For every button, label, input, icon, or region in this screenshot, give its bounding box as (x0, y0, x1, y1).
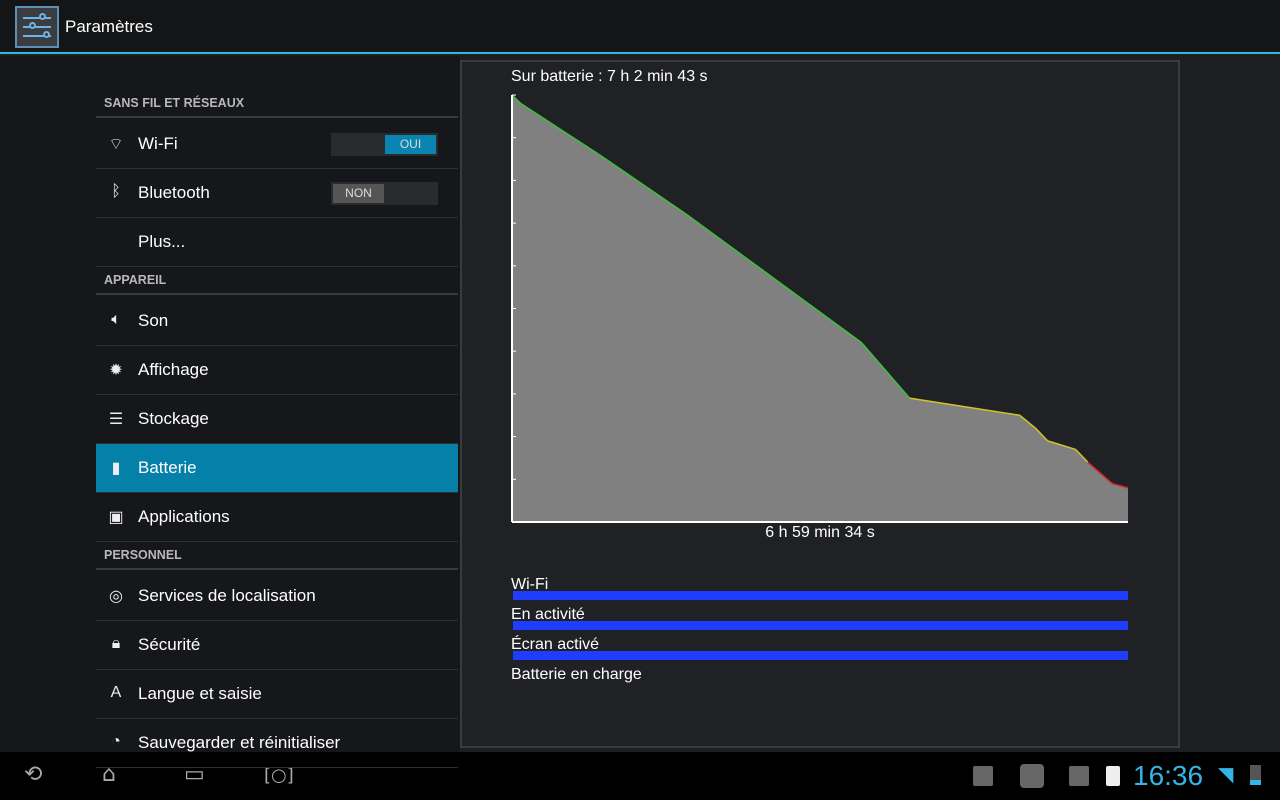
on-battery-time: Sur batterie : 7 h 2 min 43 s (511, 68, 708, 85)
app-title: Paramètres (65, 17, 153, 36)
speaker-icon: 🔈︎ (111, 311, 121, 328)
language-icon: A (110, 684, 122, 701)
store-notification-icon[interactable] (1069, 766, 1089, 786)
item-label: Batterie (138, 458, 197, 477)
settings-item-plus-[interactable]: Plus... (96, 218, 458, 267)
activity-bar (513, 591, 1128, 600)
settings-item-stockage[interactable]: ☰ Stockage (96, 395, 458, 444)
storage-icon: ☰ (108, 411, 124, 428)
clock[interactable]: 16:36 (1133, 760, 1203, 792)
section-header: PERSONNEL (96, 548, 458, 570)
settings-item-applications[interactable]: ▣ Applications (96, 493, 458, 542)
item-label: Stockage (138, 409, 209, 428)
item-label: Bluetooth (138, 183, 210, 202)
backup-icon: ◔ (111, 733, 121, 750)
battery-chart (511, 94, 1129, 523)
toggle-switch[interactable]: NON (331, 182, 438, 205)
lock-icon: 🔒︎ (111, 635, 121, 652)
item-label: Services de localisation (138, 586, 316, 605)
settings-item-son[interactable]: 🔈︎ Son (96, 297, 458, 346)
activity-label: Batterie en charge (511, 666, 642, 683)
gallery-notification-icon[interactable] (973, 766, 993, 786)
activity-bar (513, 651, 1128, 660)
section-header: SANS FIL ET RÉSEAUX (96, 96, 458, 118)
settings-item-sauvegarder-et-r-initialiser[interactable]: ◔ Sauvegarder et réinitialiser (96, 719, 458, 768)
location-icon: ◎ (109, 588, 123, 605)
settings-item-langue-et-saisie[interactable]: A Langue et saisie (96, 670, 458, 719)
bluetooth-icon: ᛒ (111, 183, 121, 200)
wifi-status-icon: ◥ (1218, 762, 1234, 786)
chart-x-label: 6 h 59 min 34 s (765, 524, 875, 541)
settings-item-affichage[interactable]: ✹ Affichage (96, 346, 458, 395)
screenshot-icon[interactable]: [○] (264, 765, 294, 786)
item-label: Son (138, 311, 169, 330)
app-notification-icon[interactable] (1020, 764, 1044, 788)
item-label: Sécurité (138, 635, 201, 654)
section-header: APPAREIL (96, 273, 458, 295)
settings-item-batterie[interactable]: ▮ Batterie (96, 444, 458, 493)
sdcard-icon[interactable] (1106, 766, 1120, 786)
action-bar: Paramètres (0, 0, 1280, 54)
settings-item-bluetooth[interactable]: ᛒ Bluetooth NON (96, 169, 458, 218)
battery-icon: ▮ (111, 460, 121, 477)
activity-bar (513, 621, 1128, 630)
battery-charging-icon (1250, 765, 1261, 785)
item-label: Wi-Fi (138, 134, 178, 153)
item-label: Langue et saisie (138, 684, 262, 703)
back-icon[interactable]: ⟲ (24, 762, 42, 787)
wifi-icon: ⌔ (108, 136, 124, 153)
toggle-state: OUI (385, 135, 436, 154)
item-label: Applications (138, 507, 230, 526)
item-label: Sauvegarder et réinitialiser (138, 733, 341, 752)
settings-icon[interactable] (15, 6, 59, 48)
toggle-state: NON (333, 184, 384, 203)
apps-icon: ▣ (108, 509, 124, 526)
item-label: Affichage (138, 360, 209, 379)
item-label: Plus... (138, 232, 186, 251)
brightness-icon: ✹ (109, 362, 123, 379)
settings-item-wi-fi[interactable]: ⌔ Wi-Fi OUI (96, 120, 458, 169)
settings-item-services-de-localisation[interactable]: ◎ Services de localisation (96, 572, 458, 621)
settings-item-s-curit-[interactable]: 🔒︎ Sécurité (96, 621, 458, 670)
toggle-switch[interactable]: OUI (331, 133, 438, 156)
